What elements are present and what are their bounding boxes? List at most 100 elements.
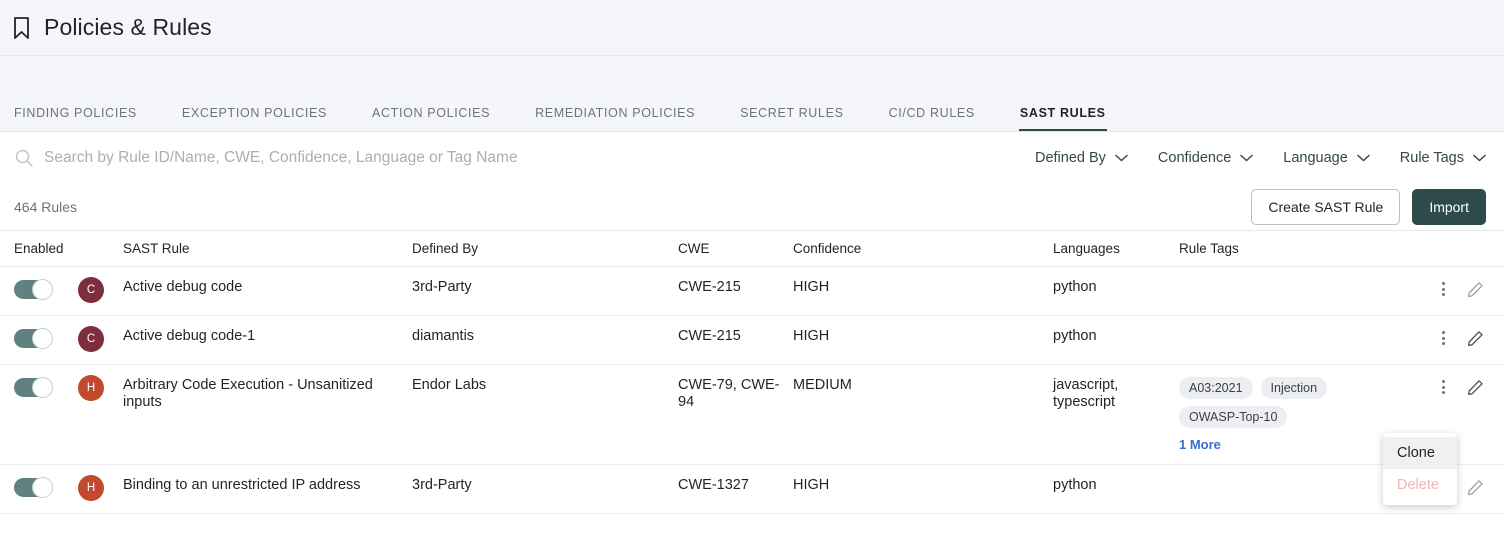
toggle-knob — [32, 377, 53, 398]
cwe: CWE-215 — [678, 328, 793, 345]
defined-by: diamantis — [412, 328, 678, 345]
languages: python — [1053, 279, 1179, 296]
page-header: Policies & Rules — [0, 0, 1504, 56]
rule-tag[interactable]: OWASP-Top-10 — [1179, 406, 1287, 428]
column-header-rule-tags: Rule Tags — [1179, 241, 1409, 256]
column-header-sast-rule: SAST Rule — [123, 241, 412, 256]
cwe: CWE-215 — [678, 279, 793, 296]
filter-confidence-label: Confidence — [1158, 150, 1231, 166]
toolbar: Defined By Confidence Language Rule Tags — [0, 132, 1504, 184]
edit-icon[interactable] — [1466, 477, 1484, 497]
table-row: C Active debug code 3rd-Party CWE-215 HI… — [0, 267, 1504, 316]
rule-name[interactable]: Active debug code — [123, 279, 412, 296]
confidence: MEDIUM — [793, 377, 1053, 394]
tab-cicd-rules[interactable]: CI/CD RULES — [889, 106, 975, 131]
filter-language[interactable]: Language — [1283, 150, 1370, 166]
avatar: H — [78, 475, 104, 501]
toggle-knob — [32, 279, 53, 300]
chevron-down-icon — [1357, 150, 1370, 166]
enabled-toggle[interactable] — [14, 329, 52, 348]
filter-defined-by-label: Defined By — [1035, 150, 1106, 166]
defined-by: 3rd-Party — [412, 477, 678, 494]
tab-remediation-policies[interactable]: REMEDIATION POLICIES — [535, 106, 695, 131]
tab-sast-rules[interactable]: SAST RULES — [1020, 106, 1106, 131]
filter-language-label: Language — [1283, 150, 1348, 166]
filter-rule-tags[interactable]: Rule Tags — [1400, 150, 1486, 166]
confidence: HIGH — [793, 328, 1053, 345]
row-actions — [1409, 377, 1504, 397]
more-tags-link[interactable]: 1 More — [1179, 437, 1409, 452]
rule-name[interactable]: Binding to an unrestricted IP address — [123, 477, 412, 494]
table-row: C Active debug code-1 diamantis CWE-215 … — [0, 316, 1504, 365]
column-header-enabled: Enabled — [14, 241, 78, 256]
rules-count: 464 Rules — [14, 199, 1251, 215]
page-title: Policies & Rules — [44, 14, 212, 41]
rule-name[interactable]: Arbitrary Code Execution - Unsanitized i… — [123, 377, 412, 411]
languages: python — [1053, 328, 1179, 345]
rule-tag[interactable]: Injection — [1261, 377, 1328, 399]
enabled-cell — [14, 328, 78, 348]
search-container — [14, 148, 1035, 168]
edit-icon[interactable] — [1466, 328, 1484, 348]
avatar-cell: H — [78, 477, 123, 501]
table-header-row: Enabled SAST Rule Defined By CWE Confide… — [0, 231, 1504, 267]
rule-name[interactable]: Active debug code-1 — [123, 328, 412, 345]
edit-icon[interactable] — [1466, 377, 1484, 397]
tag-list: A03:2021 Injection OWASP-Top-10 1 More — [1179, 377, 1409, 452]
column-header-confidence: Confidence — [793, 241, 1053, 256]
chevron-down-icon — [1115, 150, 1128, 166]
column-header-defined-by: Defined By — [412, 241, 678, 256]
bookmark-icon — [6, 13, 36, 43]
toggle-knob — [32, 477, 53, 498]
defined-by: Endor Labs — [412, 377, 678, 394]
enabled-cell — [14, 377, 78, 397]
tab-secret-rules[interactable]: SECRET RULES — [740, 106, 843, 131]
avatar-cell: H — [78, 377, 123, 401]
row-menu-icon[interactable] — [1434, 279, 1452, 299]
enabled-toggle[interactable] — [14, 478, 52, 497]
languages: python — [1053, 477, 1179, 494]
row-actions — [1409, 279, 1504, 299]
avatar-cell: C — [78, 279, 123, 303]
rule-tag[interactable]: A03:2021 — [1179, 377, 1253, 399]
filter-rule-tags-label: Rule Tags — [1400, 150, 1464, 166]
filter-confidence[interactable]: Confidence — [1158, 150, 1253, 166]
edit-icon[interactable] — [1466, 279, 1484, 299]
tab-bar: FINDING POLICIES EXCEPTION POLICIES ACTI… — [0, 56, 1504, 132]
filter-defined-by[interactable]: Defined By — [1035, 150, 1128, 166]
cwe: CWE-79, CWE-94 — [678, 377, 793, 411]
row-menu-icon[interactable] — [1434, 328, 1452, 348]
table-row: H Binding to an unrestricted IP address … — [0, 465, 1504, 514]
rules-table: Enabled SAST Rule Defined By CWE Confide… — [0, 230, 1504, 514]
confidence: HIGH — [793, 477, 1053, 494]
context-menu-delete: Delete — [1383, 469, 1457, 501]
search-input[interactable] — [44, 149, 684, 167]
chevron-down-icon — [1473, 150, 1486, 166]
enabled-cell — [14, 477, 78, 497]
subbar: 464 Rules Create SAST Rule Import — [0, 184, 1504, 230]
row-context-menu: Clone Delete — [1383, 433, 1457, 505]
row-menu-icon[interactable] — [1434, 377, 1452, 397]
tab-action-policies[interactable]: ACTION POLICIES — [372, 106, 490, 131]
create-sast-rule-button[interactable]: Create SAST Rule — [1251, 189, 1400, 225]
search-icon — [14, 148, 34, 168]
toggle-knob — [32, 328, 53, 349]
chevron-down-icon — [1240, 150, 1253, 166]
avatar: H — [78, 375, 104, 401]
column-header-cwe: CWE — [678, 241, 793, 256]
row-actions — [1409, 328, 1504, 348]
tab-exception-policies[interactable]: EXCEPTION POLICIES — [182, 106, 327, 131]
import-button[interactable]: Import — [1412, 189, 1486, 225]
avatar: C — [78, 326, 104, 352]
action-button-group: Create SAST Rule Import — [1251, 189, 1486, 225]
enabled-toggle[interactable] — [14, 378, 52, 397]
context-menu-clone[interactable]: Clone — [1383, 437, 1457, 469]
table-row: H Arbitrary Code Execution - Unsanitized… — [0, 365, 1504, 465]
tab-finding-policies[interactable]: FINDING POLICIES — [14, 106, 137, 131]
column-header-languages: Languages — [1053, 241, 1179, 256]
filter-group: Defined By Confidence Language Rule Tags — [1035, 150, 1486, 166]
enabled-toggle[interactable] — [14, 280, 52, 299]
avatar: C — [78, 277, 104, 303]
defined-by: 3rd-Party — [412, 279, 678, 296]
rule-tags: A03:2021 Injection OWASP-Top-10 1 More — [1179, 377, 1409, 452]
